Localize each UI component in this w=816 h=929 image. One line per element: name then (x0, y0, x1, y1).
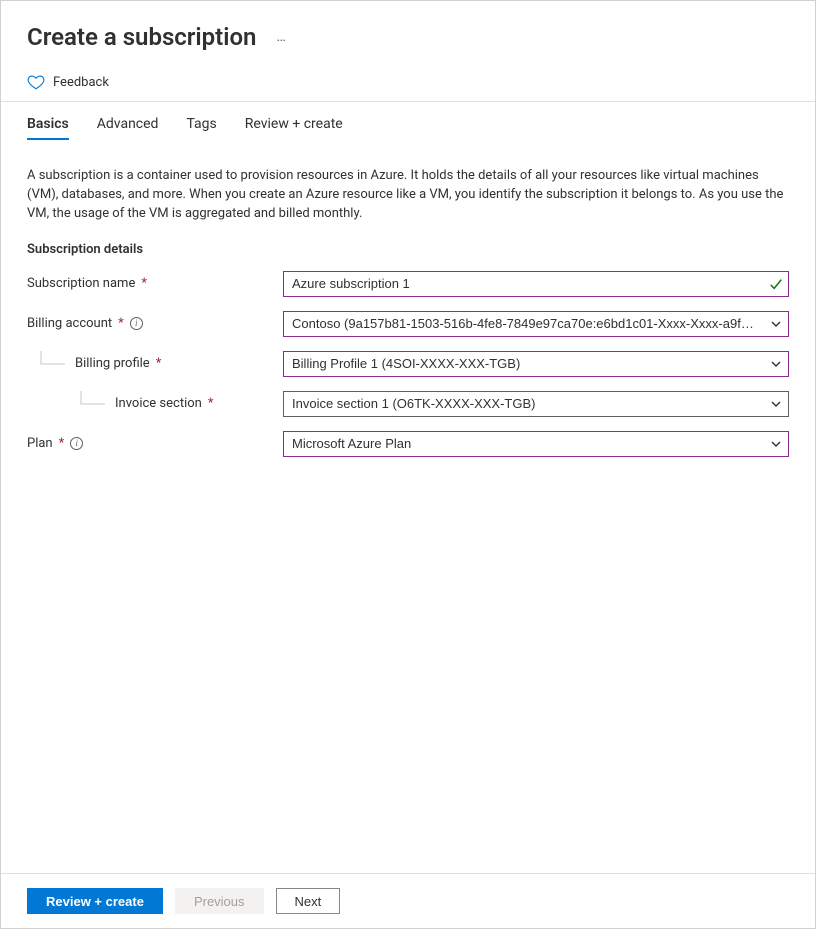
required-icon: * (141, 276, 147, 291)
tab-review[interactable]: Review + create (245, 116, 343, 140)
tab-basics[interactable]: Basics (27, 116, 69, 140)
invoice-section-field[interactable] (283, 391, 789, 417)
subscription-name-field[interactable] (283, 271, 789, 297)
review-create-button[interactable]: Review + create (27, 888, 163, 914)
previous-button: Previous (175, 888, 264, 914)
next-button[interactable]: Next (276, 888, 341, 914)
heart-icon (27, 73, 45, 91)
section-title: Subscription details (27, 242, 789, 257)
subscription-name-input[interactable] (283, 271, 789, 297)
billing-profile-field[interactable] (283, 351, 789, 377)
label-billing-account: Billing account * i (27, 316, 283, 331)
invoice-section-dropdown[interactable] (283, 391, 789, 417)
tab-advanced[interactable]: Advanced (97, 116, 159, 140)
page-title: Create a subscription (27, 23, 256, 51)
feedback-label: Feedback (53, 75, 109, 90)
label-subscription-name: Subscription name * (27, 276, 283, 291)
tab-tags[interactable]: Tags (186, 116, 216, 140)
plan-dropdown[interactable] (283, 431, 789, 457)
required-icon: * (208, 396, 214, 411)
label-plan: Plan * i (27, 436, 283, 451)
label-billing-profile: Billing profile * (27, 351, 283, 377)
more-actions-icon[interactable]: … (276, 29, 286, 45)
billing-profile-dropdown[interactable] (283, 351, 789, 377)
tab-bar: Basics Advanced Tags Review + create (1, 102, 815, 140)
feedback-button[interactable]: Feedback (1, 65, 815, 101)
label-invoice-section: Invoice section * (27, 391, 283, 417)
billing-account-dropdown[interactable] (283, 311, 789, 337)
info-icon[interactable]: i (70, 437, 83, 450)
required-icon: * (118, 316, 124, 331)
billing-account-field[interactable] (283, 311, 789, 337)
description-text: A subscription is a container used to pr… (27, 167, 789, 224)
plan-field[interactable] (283, 431, 789, 457)
info-icon[interactable]: i (130, 317, 143, 330)
required-icon: * (156, 356, 162, 371)
footer: Review + create Previous Next (1, 873, 815, 928)
required-icon: * (59, 436, 65, 451)
